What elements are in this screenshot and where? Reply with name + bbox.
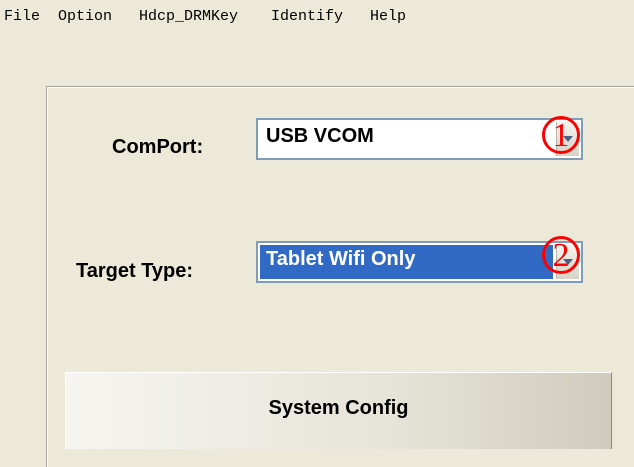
annotation-number-2: 2 (552, 237, 570, 274)
target-type-select[interactable]: Tablet Wifi Only (256, 241, 583, 283)
menu-identify[interactable]: Identify (271, 8, 343, 25)
menu-help[interactable]: Help (370, 8, 406, 25)
annotation-number-1: 1 (552, 117, 570, 154)
annotation-marker-2: 2 (542, 236, 580, 274)
comport-label: ComPort: (112, 136, 204, 158)
system-config-label: System Config (268, 397, 409, 419)
menu-file[interactable]: File (4, 8, 40, 25)
menu-bar: File Option Hdcp_DRMKey Identify Help (0, 0, 634, 36)
system-config-button[interactable]: System Config (65, 372, 612, 449)
comport-value: USB VCOM (266, 125, 374, 147)
target-type-label: Target Type: (76, 260, 194, 282)
menu-option[interactable]: Option (58, 8, 112, 25)
target-type-value: Tablet Wifi Only (266, 248, 416, 270)
annotation-marker-1: 1 (542, 116, 580, 154)
menu-hdcp-drmkey[interactable]: Hdcp_DRMKey (139, 8, 238, 25)
comport-select[interactable]: USB VCOM (256, 118, 583, 160)
